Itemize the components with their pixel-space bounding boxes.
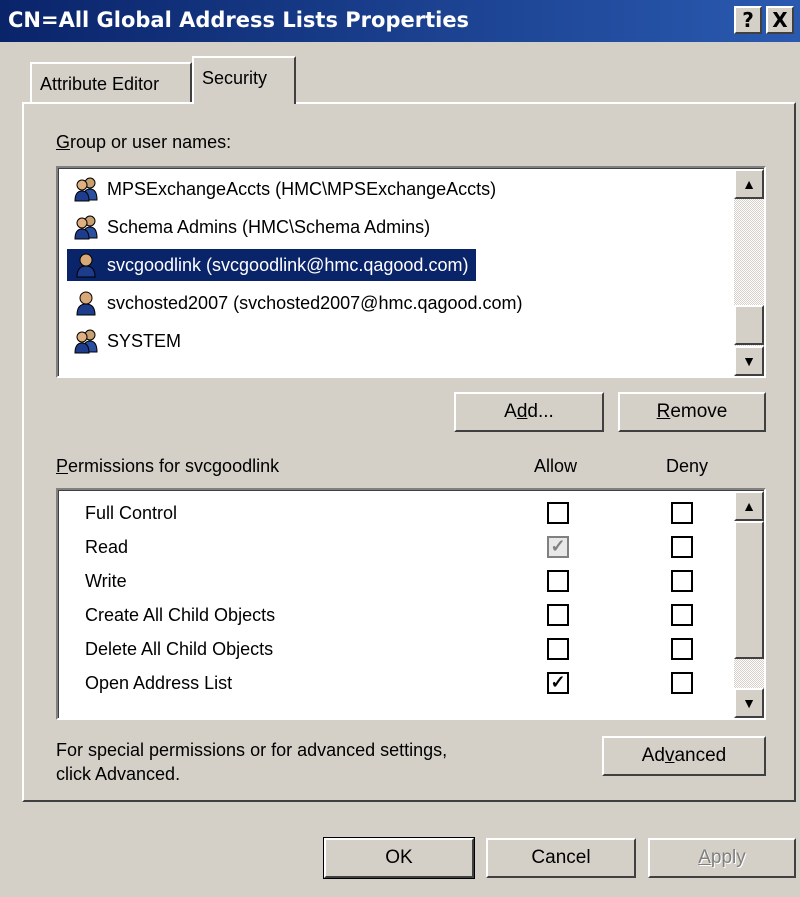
user-icon bbox=[73, 252, 99, 278]
allow-checkbox[interactable] bbox=[547, 570, 569, 592]
group-list-label: Group or user names: bbox=[56, 132, 232, 152]
group-users-icon bbox=[73, 176, 99, 202]
tab-label: Attribute Editor bbox=[40, 74, 160, 94]
permission-name: Create All Child Objects bbox=[85, 605, 276, 625]
advanced-button[interactable]: Advanced bbox=[602, 736, 766, 776]
permissions-list[interactable]: Full Control Read ✓ Write Create All Child O… bbox=[56, 488, 766, 720]
tab-attribute-editor[interactable]: Attribute Editor bbox=[30, 62, 192, 102]
allow-header: Allow bbox=[534, 456, 578, 476]
group-users-icon bbox=[73, 328, 99, 354]
add-button[interactable]: Add... bbox=[454, 392, 604, 432]
allow-checkbox[interactable] bbox=[547, 502, 569, 524]
scroll-down-button[interactable]: ▼ bbox=[734, 688, 764, 718]
deny-checkbox[interactable] bbox=[671, 570, 693, 592]
deny-checkbox[interactable] bbox=[671, 672, 693, 694]
permission-name: Full Control bbox=[85, 503, 178, 523]
list-item-label: svchosted2007 (svchosted2007@hmc.qagood.… bbox=[107, 293, 523, 313]
deny-checkbox[interactable] bbox=[671, 604, 693, 626]
list-item[interactable]: svcgoodlink (svcgoodlink@hmc.qagood.com) bbox=[67, 249, 477, 281]
list-item-label: Schema Admins (HMC\Schema Admins) bbox=[107, 217, 431, 237]
group-user-list[interactable]: MPSExchangeAccts (HMC\MPSExchangeAccts) S… bbox=[56, 166, 766, 378]
list-item[interactable]: svchosted2007 (svchosted2007@hmc.qagood.… bbox=[67, 287, 531, 319]
list-item[interactable]: MPSExchangeAccts (HMC\MPSExchangeAccts) bbox=[67, 173, 504, 205]
deny-checkbox[interactable] bbox=[671, 536, 693, 558]
user-icon bbox=[73, 290, 99, 316]
list-item-label: SYSTEM bbox=[107, 331, 182, 351]
window-title: CN=All Global Address Lists Properties bbox=[8, 8, 470, 32]
scroll-thumb[interactable] bbox=[734, 521, 764, 659]
permission-name: Write bbox=[85, 571, 127, 591]
help-button[interactable]: ? bbox=[734, 6, 762, 34]
deny-checkbox[interactable] bbox=[671, 502, 693, 524]
remove-button[interactable]: Remove bbox=[618, 392, 766, 432]
scroll-up-button[interactable]: ▲ bbox=[734, 491, 764, 521]
list-item[interactable]: SYSTEM bbox=[67, 325, 189, 357]
permission-name: Delete All Child Objects bbox=[85, 639, 274, 659]
security-panel: Group or user names: MPSExchangeAccts (H… bbox=[22, 102, 796, 802]
advanced-note-line2: click Advanced. bbox=[56, 764, 181, 784]
permissions-label: Permissions for svcgoodlink bbox=[56, 456, 280, 476]
group-list-scrollbar[interactable]: ▲ ▼ bbox=[734, 169, 764, 376]
allow-checkbox[interactable]: ✓ bbox=[547, 672, 569, 694]
list-item-label: svcgoodlink (svcgoodlink@hmc.qagood.com) bbox=[107, 255, 469, 275]
apply-button[interactable]: Apply bbox=[648, 838, 796, 878]
permission-name: Read bbox=[85, 537, 129, 557]
title-bar[interactable]: CN=All Global Address Lists Properties ?… bbox=[0, 0, 800, 42]
permissions-scrollbar[interactable]: ▲ ▼ bbox=[734, 491, 764, 718]
close-button[interactable]: X bbox=[766, 6, 794, 34]
allow-checkbox[interactable] bbox=[547, 604, 569, 626]
list-item[interactable]: Schema Admins (HMC\Schema Admins) bbox=[67, 211, 438, 243]
properties-dialog: CN=All Global Address Lists Properties ?… bbox=[0, 0, 800, 897]
list-item-label: MPSExchangeAccts (HMC\MPSExchangeAccts) bbox=[107, 179, 497, 199]
cancel-button[interactable]: Cancel bbox=[486, 838, 636, 878]
allow-checkbox: ✓ bbox=[547, 536, 569, 558]
permission-name: Open Address List bbox=[85, 673, 233, 693]
tab-label: Security bbox=[202, 68, 268, 88]
advanced-note-line1: For special permissions or for advanced … bbox=[56, 740, 448, 760]
scroll-down-button[interactable]: ▼ bbox=[734, 346, 764, 376]
scroll-thumb[interactable] bbox=[734, 305, 764, 345]
deny-checkbox[interactable] bbox=[671, 638, 693, 660]
allow-checkbox[interactable] bbox=[547, 638, 569, 660]
deny-header: Deny bbox=[666, 456, 709, 476]
scroll-up-button[interactable]: ▲ bbox=[734, 169, 764, 199]
tab-security[interactable]: Security bbox=[192, 56, 296, 104]
group-users-icon bbox=[73, 214, 99, 240]
ok-button[interactable]: OK bbox=[323, 837, 475, 879]
